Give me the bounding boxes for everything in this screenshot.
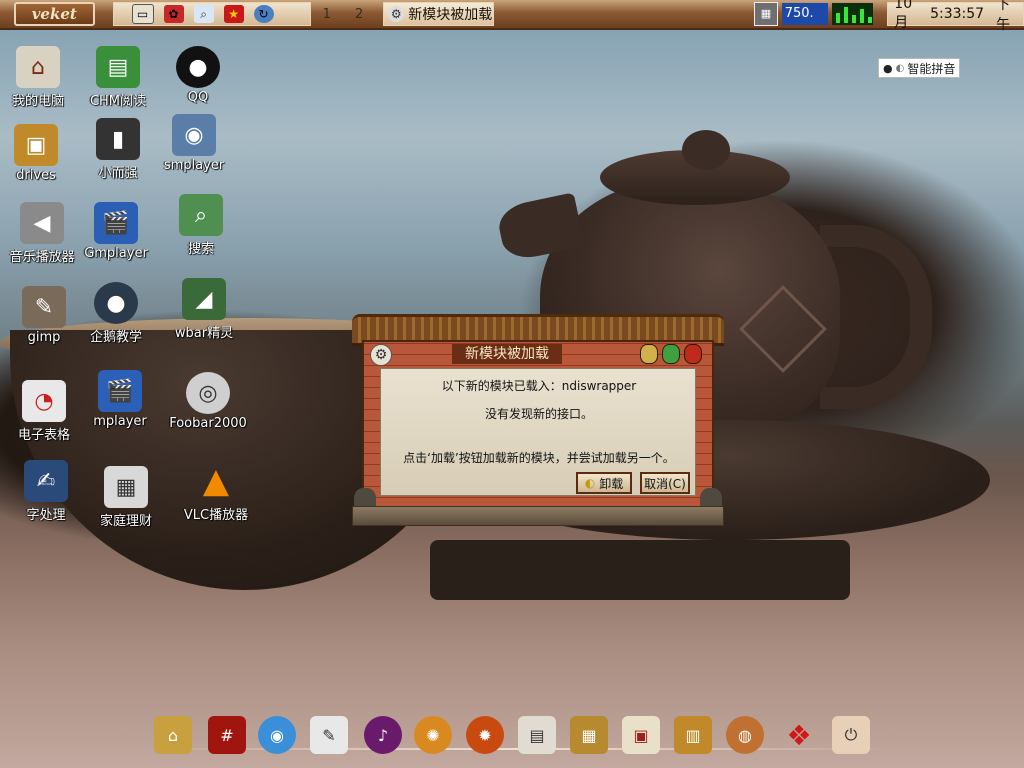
desktop-icon[interactable]: ▭ — [131, 4, 154, 24]
clock-time: 5:33:57 — [930, 6, 985, 22]
settings-icon[interactable]: ✺ — [414, 716, 452, 754]
start-button[interactable]: veket — [14, 2, 95, 26]
drive-icon: ▣ — [14, 124, 58, 166]
desktop-icon-drives[interactable]: ▣ drives — [0, 124, 82, 183]
wallpaper-teapot-lid — [600, 150, 790, 205]
maximize-lantern-icon[interactable] — [662, 344, 680, 364]
penguin-icon: ● — [883, 61, 893, 75]
dialog-message-line1: 以下新的模块已载入：ndiswrapper — [441, 379, 637, 393]
workspace-1[interactable]: 1 — [311, 7, 343, 22]
window-controls — [640, 344, 702, 364]
unload-icon: ◐ — [584, 476, 596, 490]
browser-icon[interactable]: ◉ — [258, 716, 296, 754]
desktop-icon-gmplayer[interactable]: 🎬 Gmplayer — [70, 202, 162, 261]
network-monitor — [832, 3, 874, 25]
wallpaper-saucer-foot — [430, 540, 850, 600]
film-reel-icon: ◉ — [172, 114, 216, 156]
palace-icon[interactable]: ⌂ — [154, 716, 192, 754]
desktop-icon-wbar[interactable]: ◢ wbar精灵 — [158, 278, 250, 341]
dock: ⌂ # ◉ ✎ ♪ ✺ ✹ ▤ ▦ ▣ ▥ ◍ ❖ ⏻ — [146, 712, 890, 766]
workspace-2[interactable]: 2 — [343, 7, 375, 22]
desktop-icon-vlc[interactable]: ▲ VLC播放器 — [170, 460, 262, 523]
desktop-icon-penguin-teach[interactable]: ● 企鹅教学 — [70, 282, 162, 345]
desktop-icon-search[interactable]: ⌕ 搜索 — [155, 194, 247, 257]
app-icon[interactable]: ✿ — [163, 5, 184, 23]
flag-icon[interactable]: ★ — [223, 5, 244, 23]
desktop-icon-chm[interactable]: ▤ CHM阅读 — [72, 46, 164, 109]
quick-launch: ▭ ✿ ⌕ ★ ↻ — [112, 2, 311, 26]
writer-icon: ✍ — [24, 460, 68, 502]
media-icon[interactable]: ♪ — [364, 716, 402, 754]
abacus-icon[interactable]: ▦ — [570, 716, 608, 754]
speakers-icon: ◎ — [186, 372, 230, 414]
wallpaper-teapot-handle — [820, 225, 932, 409]
house-icon: ⌂ — [16, 46, 60, 88]
package-icon[interactable]: ▥ — [674, 716, 712, 754]
clapper-icon: 🎬 — [98, 370, 142, 412]
desktop-icon-smplayer[interactable]: ◉ smplayer — [148, 114, 240, 173]
gear-icon: ⚙ — [370, 344, 392, 366]
clock-ampm: 下午 — [996, 0, 1011, 33]
usb-icon: ▮ — [96, 118, 140, 160]
task-label: 新模块被加载 — [408, 7, 493, 23]
document-icon[interactable]: ▤ — [518, 716, 556, 754]
clapper-icon: 🎬 — [94, 202, 138, 244]
notes-icon[interactable]: ✎ — [310, 716, 348, 754]
ime-indicator[interactable]: ● ◐ 智能拼音 — [878, 58, 961, 78]
terminal-icon[interactable]: # — [208, 716, 246, 754]
dialog-message-line2: 没有发现新的接口。 — [484, 407, 593, 421]
minimize-lantern-icon[interactable] — [640, 344, 658, 364]
ime-mode-icon: ◐ — [895, 62, 905, 74]
clock[interactable]: 10月 5:33:57 下午 — [887, 0, 1024, 33]
penguin-icon: ● — [176, 46, 220, 88]
taskbar: veket ▭ ✿ ⌕ ★ ↻ 1 2 ⚙ 新模块被加载 ▦ 750. 10月 … — [0, 0, 1024, 33]
desktop-icon-word-processor[interactable]: ✍ 字处理 — [0, 460, 92, 523]
cpu-meter: 750. — [781, 3, 829, 25]
desktop-icon-mplayer[interactable]: 🎬 mplayer — [74, 370, 166, 429]
wallpaper-teapot-knob — [682, 130, 730, 170]
speaker-icon: ◀ — [20, 202, 64, 244]
wallpaper-seal — [739, 285, 827, 373]
dialog-base — [352, 506, 724, 526]
search-icon: ⌕ — [179, 194, 223, 236]
dialog-title: 新模块被加载 — [452, 344, 562, 364]
keyboard-icon[interactable]: ▦ — [754, 2, 778, 26]
book-icon: ▤ — [96, 46, 140, 88]
picture-icon[interactable]: ▣ — [622, 716, 660, 754]
wallpaper-teapot-spout — [495, 192, 585, 263]
dialog-message-line3: 点击‘加载’按钮加载新的模块，并尝试加载另一个。 — [403, 451, 675, 465]
desktop-icon-qq[interactable]: ● QQ — [152, 46, 244, 105]
module-loaded-dialog: ⚙ 新模块被加载 以下新的模块已载入：ndiswrapper 没有发现新的接口。… — [352, 314, 724, 528]
wbar-icon: ◢ — [182, 278, 226, 320]
search-icon[interactable]: ⌕ — [193, 5, 214, 23]
pie-chart-icon: ◔ — [22, 380, 66, 422]
food-icon[interactable]: ◍ — [726, 716, 764, 754]
fire-icon[interactable]: ✹ — [466, 716, 504, 754]
calculator-icon: ▦ — [104, 466, 148, 508]
dialog-titlebar[interactable]: ⚙ 新模块被加载 — [364, 344, 710, 366]
traffic-cone-icon: ▲ — [202, 461, 230, 501]
update-icon[interactable]: ↻ — [253, 5, 274, 23]
desktop-icon-home-finance[interactable]: ▦ 家庭理财 — [80, 466, 172, 529]
close-lantern-icon[interactable] — [684, 344, 702, 364]
gear-icon: ⚙ — [388, 6, 405, 22]
ime-label: 智能拼音 — [907, 61, 956, 76]
clock-month: 10月 — [894, 0, 913, 31]
gimp-icon: ✎ — [22, 286, 66, 328]
desktop-icon-foobar2000[interactable]: ◎ Foobar2000 — [162, 372, 254, 431]
cancel-button[interactable]: 取消(C) — [640, 472, 690, 494]
exit-icon[interactable]: ⏻ — [832, 716, 870, 754]
chinese-knot-icon[interactable]: ❖ — [780, 716, 818, 754]
penguin-icon: ● — [94, 282, 138, 324]
unload-button[interactable]: ◐ 卸载 — [576, 472, 632, 494]
task-button[interactable]: ⚙ 新模块被加载 — [383, 2, 495, 26]
